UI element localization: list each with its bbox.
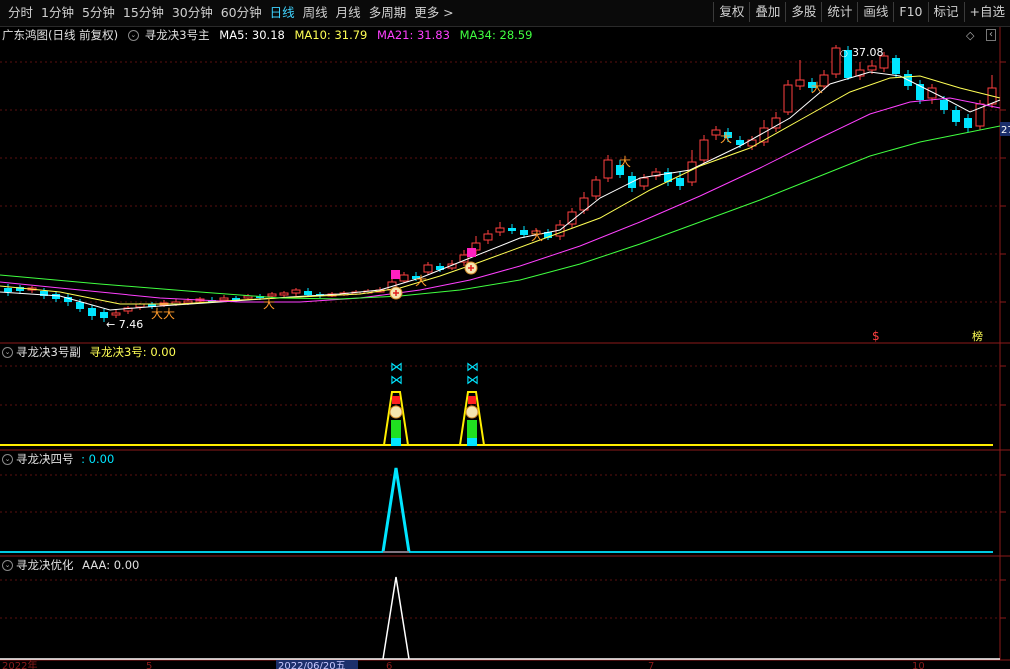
pane3-value: : 0.00: [81, 452, 115, 466]
time-axis-label: 2022年: [2, 659, 37, 669]
runner-icon: 大: [263, 297, 275, 311]
pane3-menu-icon[interactable]: ⌄: [2, 454, 13, 465]
candle-body: [279, 292, 289, 296]
runner-icon: 大: [531, 229, 543, 243]
pane2-name[interactable]: 寻龙决3号副: [16, 345, 81, 359]
candle-body: [219, 297, 229, 301]
butterfly-icon: ⋈: [466, 360, 479, 375]
candle-body: [699, 139, 709, 161]
ma5-value: MA5: 30.18: [219, 28, 285, 42]
candle-body: [304, 291, 312, 295]
high-price-label: 37.08: [852, 46, 884, 59]
time-axis-label: 7: [648, 661, 654, 669]
runner-icon: 大: [811, 81, 823, 95]
candle-body: [892, 58, 900, 74]
pane2-bar: [468, 396, 476, 404]
candle-body: [183, 300, 193, 304]
pane4-header: ⌄ 寻龙决优化 AAA: 0.00: [2, 557, 139, 573]
pane4-menu-icon[interactable]: ⌄: [2, 560, 13, 571]
candle-body: [52, 294, 60, 299]
chart-canvas[interactable]: ○37.08← 7.4627$榜大大大大大大大大 ⋈⋈⋈⋈ 2022年52022…: [0, 0, 1010, 669]
candle-body: [867, 65, 877, 71]
runner-icon: 大: [163, 307, 175, 321]
ma34-value: MA34: 28.59: [459, 28, 533, 42]
candle-body: [952, 110, 960, 122]
indicator-menu-icon[interactable]: ⌄: [127, 30, 139, 41]
pane2-bar: [392, 396, 400, 404]
time-axis-label: 6: [386, 661, 392, 669]
ma34-line: [0, 125, 1001, 300]
s-marker: $: [872, 329, 880, 343]
pink-square: [467, 248, 476, 257]
time-axis-label: 2022/06/20五: [278, 661, 346, 669]
time-axis-label: 5: [146, 661, 152, 669]
runner-icon: 大: [720, 131, 732, 145]
candle-body: [603, 159, 613, 179]
ma5-line: [0, 71, 1001, 311]
price-tag-text: 27: [1001, 125, 1010, 136]
pane3-header: ⌄ 寻龙决四号 : 0.00: [2, 451, 114, 467]
pane3-name[interactable]: 寻龙决四号: [16, 452, 74, 466]
candle-body: [399, 274, 409, 282]
candle-body: [964, 118, 972, 128]
pane4-value: AAA: 0.00: [82, 558, 140, 572]
pane2-bar: [467, 420, 477, 438]
pane2-value: 寻龙决3号: 0.00: [89, 345, 176, 359]
main-chart-header: 广东鸿图(日线 前复权) ⌄ 寻龙决3号主 MA5: 30.18 MA10: 31…: [2, 27, 538, 43]
pink-square: [391, 270, 400, 279]
low-price-label: ← 7.46: [106, 318, 143, 331]
ma10-value: MA10: 31.79: [294, 28, 368, 42]
candle-body: [508, 228, 516, 231]
candle-body: [76, 302, 84, 309]
chevron-icon[interactable]: ‹: [986, 29, 996, 41]
candle-body: [483, 233, 493, 241]
candle-body: [687, 161, 697, 183]
runner-icon: 大: [619, 155, 631, 169]
candle-body: [831, 47, 841, 75]
candle-body: [783, 84, 793, 113]
moving-average-lines: [0, 71, 1001, 311]
candle-body: [459, 254, 469, 263]
pane4-name[interactable]: 寻龙决优化: [16, 558, 74, 572]
stock-name[interactable]: 广东鸿图(日线 前复权): [2, 28, 118, 42]
candlesticks: [4, 45, 997, 322]
butterfly-icon: ⋈: [390, 360, 403, 375]
candle-body: [940, 100, 948, 110]
diamond-icon[interactable]: ◇: [966, 29, 974, 42]
candle-body: [771, 117, 781, 129]
ma21-value: MA21: 31.83: [377, 28, 450, 42]
pane2-bar: [467, 438, 477, 446]
pane2-bar: [391, 420, 401, 438]
pane3-spike: [381, 467, 411, 553]
pane2-bar: [391, 438, 401, 446]
runner-icon: 大: [151, 307, 163, 321]
candle-body: [267, 293, 277, 297]
candle-body: [711, 129, 721, 136]
pane2-coin: [389, 405, 403, 419]
high-marker: ○: [840, 49, 848, 59]
ma21-line: [0, 97, 1001, 303]
signal-marks: ○37.08← 7.4627$榜大大大大大大大大: [106, 46, 1010, 343]
candle-body: [639, 177, 649, 187]
candle-body: [4, 288, 12, 292]
candle-body: [676, 178, 684, 186]
candle-body: [423, 264, 433, 273]
candle-body: [795, 79, 805, 87]
butterfly-icon: ⋈: [390, 373, 403, 388]
candle-body: [88, 308, 96, 316]
candle-body: [591, 179, 601, 197]
candle-body: [291, 289, 301, 294]
butterfly-icon: ⋈: [466, 373, 479, 388]
pane2-menu-icon[interactable]: ⌄: [2, 347, 13, 358]
candle-body: [111, 312, 121, 316]
indicator-name[interactable]: 寻龙决3号主: [145, 28, 210, 42]
pane2-coin: [465, 405, 479, 419]
candle-body: [495, 227, 505, 233]
candle-body: [520, 230, 528, 235]
bang-marker: 榜: [972, 329, 983, 343]
pane2-header: ⌄ 寻龙决3号副 寻龙决3号: 0.00: [2, 344, 176, 360]
runner-icon: 大: [415, 274, 427, 288]
time-axis-label: 10: [912, 661, 925, 669]
